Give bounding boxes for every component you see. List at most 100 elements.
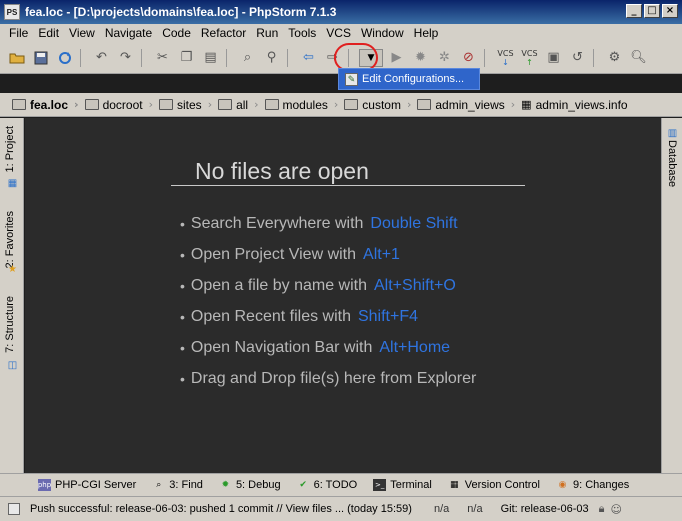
window-titlebar: PS fea.loc - [D:\projects\domains\fea.lo… bbox=[0, 0, 682, 24]
coverage-icon[interactable]: ✲ bbox=[434, 47, 455, 68]
editor-tips-list: • Search Everywhere with Double Shift • Ope… bbox=[180, 208, 476, 394]
menu-edit[interactable]: Edit bbox=[33, 26, 64, 40]
menu-window[interactable]: Window bbox=[356, 26, 409, 40]
sync-icon[interactable] bbox=[54, 47, 75, 68]
menu-code[interactable]: Code bbox=[157, 26, 196, 40]
tool-version-control[interactable]: ▦ Version Control bbox=[448, 479, 540, 491]
crumb-admin-views[interactable]: admin_views › bbox=[417, 98, 515, 112]
debug-bug-icon: ✹ bbox=[221, 480, 230, 490]
tab-project[interactable]: 1: Project bbox=[4, 126, 16, 172]
menubar: File Edit View Navigate Code Refactor Ru… bbox=[0, 24, 682, 42]
menu-refactor[interactable]: Refactor bbox=[196, 26, 251, 40]
tool-changes[interactable]: ◉ 9: Changes bbox=[556, 479, 630, 491]
undo-icon[interactable]: ↶ bbox=[91, 47, 112, 68]
crumb-sites[interactable]: sites › bbox=[159, 98, 212, 112]
inspector-icon[interactable]: ☺ bbox=[611, 503, 622, 516]
tip-open-navigation-bar: • Open Navigation Bar with Alt+Home bbox=[180, 338, 451, 356]
vcs-commit-icon[interactable]: VCS ↑ bbox=[519, 47, 540, 68]
folder-icon bbox=[159, 99, 173, 110]
back-icon[interactable]: ⇦ bbox=[298, 47, 319, 68]
tab-favorites[interactable]: 2: Favorites bbox=[4, 211, 16, 268]
folder-icon bbox=[218, 99, 233, 110]
phpstorm-app-icon: PS bbox=[4, 4, 20, 20]
tool-todo[interactable]: ✔ 6: TODO bbox=[297, 479, 357, 491]
open-folder-icon[interactable] bbox=[6, 47, 27, 68]
crumb-separator-icon: › bbox=[333, 98, 339, 111]
tool-windows-toggle-icon[interactable] bbox=[8, 503, 20, 515]
database-icon: ▥ bbox=[667, 128, 678, 139]
crumb-project[interactable]: fea.loc › bbox=[12, 98, 79, 112]
find-icon: ⌕ bbox=[156, 480, 162, 490]
toolbar-separator bbox=[141, 48, 147, 67]
crumb-separator-icon: › bbox=[148, 98, 153, 111]
forward-icon[interactable]: ⇨ bbox=[322, 47, 343, 68]
crumb-all[interactable]: all › bbox=[218, 98, 259, 112]
edit-configurations-menu-item[interactable]: ✎ Edit Configurations... bbox=[338, 68, 480, 90]
menu-view[interactable]: View bbox=[64, 26, 100, 40]
settings-icon[interactable]: ⚙ bbox=[604, 47, 625, 68]
menu-run[interactable]: Run bbox=[251, 26, 283, 40]
status-bar: Push successful: release-06-03: pushed 1… bbox=[0, 496, 682, 521]
shortcut-key: Double Shift bbox=[370, 214, 458, 232]
paste-icon[interactable]: ▤ bbox=[200, 47, 221, 68]
todo-icon: ✔ bbox=[299, 480, 307, 490]
tip-open-recent-files: • Open Recent files with Shift+F4 bbox=[180, 307, 419, 325]
minimize-button[interactable]: _ bbox=[626, 4, 642, 18]
crumb-separator-icon: › bbox=[406, 98, 412, 111]
file-icon: ▦ bbox=[521, 98, 532, 111]
menu-tools[interactable]: Tools bbox=[283, 26, 321, 40]
folder-icon bbox=[417, 99, 432, 110]
crumb-separator-icon: › bbox=[207, 98, 213, 111]
version-control-icon: ▦ bbox=[450, 480, 459, 490]
cut-icon[interactable]: ✂ bbox=[152, 47, 173, 68]
tip-open-file-by-name: • Open a file by name with Alt+Shift+O bbox=[180, 276, 456, 294]
copy-icon[interactable]: ❐ bbox=[176, 47, 197, 68]
run-icon[interactable]: ▶ bbox=[386, 47, 407, 68]
redo-icon[interactable]: ↷ bbox=[115, 47, 136, 68]
find-icon[interactable]: ⌕ bbox=[237, 47, 258, 68]
tip-open-project-view: • Open Project View with Alt+1 bbox=[180, 245, 400, 263]
git-branch-widget[interactable]: Git: release-06-03 bbox=[501, 503, 589, 515]
close-button[interactable]: × bbox=[662, 4, 678, 18]
crumb-modules[interactable]: modules › bbox=[264, 98, 339, 112]
status-message[interactable]: Push successful: release-06-03: pushed 1… bbox=[30, 503, 434, 515]
search-everywhere-icon[interactable]: 🔍︎ bbox=[628, 47, 649, 68]
left-tool-strip: 1: Project ▦ 2: Favorites ★ 7: Structure… bbox=[0, 118, 24, 473]
edit-configurations-label: Edit Configurations... bbox=[362, 73, 465, 85]
right-tool-strip: ▥ Database bbox=[661, 118, 682, 473]
tool-debug[interactable]: ✹ 5: Debug bbox=[219, 479, 281, 491]
status-position: n/a bbox=[434, 503, 450, 515]
tab-structure[interactable]: 7: Structure bbox=[4, 296, 16, 353]
crumb-custom[interactable]: custom › bbox=[344, 98, 411, 112]
debug-icon[interactable]: ✹ bbox=[410, 47, 431, 68]
vcs-update-icon[interactable]: VCS ↓ bbox=[495, 47, 516, 68]
replace-icon[interactable]: ⚲ bbox=[261, 47, 282, 68]
menu-file[interactable]: File bbox=[4, 26, 33, 40]
crumb-admin-views-info[interactable]: ▦ admin_views.info bbox=[521, 98, 627, 112]
vcs-revert-icon[interactable]: ↺ bbox=[567, 47, 588, 68]
menu-help[interactable]: Help bbox=[409, 26, 444, 40]
crumb-docroot[interactable]: docroot › bbox=[84, 98, 153, 112]
save-all-icon[interactable] bbox=[30, 47, 51, 68]
menu-navigate[interactable]: Navigate bbox=[100, 26, 157, 40]
lock-icon[interactable]: 🔒︎ bbox=[599, 502, 605, 516]
tool-php-cgi-server[interactable]: php PHP-CGI Server bbox=[38, 479, 136, 491]
folder-icon bbox=[12, 99, 26, 110]
title-underline bbox=[171, 185, 525, 186]
toolbar-separator bbox=[80, 48, 86, 67]
window-title: fea.loc - [D:\projects\domains\fea.loc] … bbox=[25, 5, 337, 19]
stop-icon[interactable]: ⊘ bbox=[458, 47, 479, 68]
tip-search-everywhere: • Search Everywhere with Double Shift bbox=[180, 214, 458, 232]
maximize-button[interactable]: □ bbox=[644, 4, 660, 18]
editor-area[interactable]: No files are open • Search Everywhere wit… bbox=[25, 118, 661, 473]
run-config-dropdown[interactable]: ▼ bbox=[359, 48, 383, 67]
crumb-separator-icon: › bbox=[254, 98, 259, 111]
tool-terminal[interactable]: >_ Terminal bbox=[373, 479, 432, 491]
tool-find[interactable]: ⌕ 3: Find bbox=[152, 479, 203, 491]
tool-window-bar: php PHP-CGI Server ⌕ 3: Find ✹ 5: Debug ✔ 6:… bbox=[0, 473, 682, 496]
crumb-separator-icon: › bbox=[510, 98, 516, 111]
menu-vcs[interactable]: VCS bbox=[321, 26, 356, 40]
vcs-history-icon[interactable]: ▣ bbox=[543, 47, 564, 68]
crumb-separator-icon: › bbox=[74, 98, 79, 111]
tab-database[interactable]: Database bbox=[666, 140, 678, 187]
